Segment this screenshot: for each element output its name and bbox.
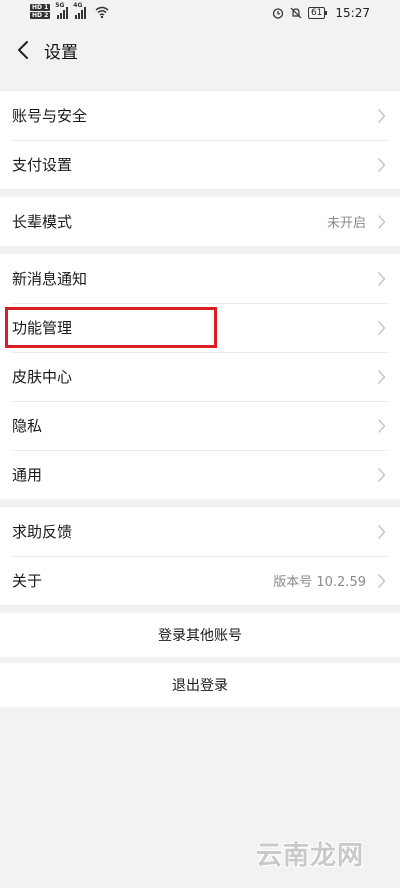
chevron-right-icon	[377, 215, 386, 229]
page-title: 设置	[44, 42, 78, 63]
chevron-right-icon	[377, 574, 386, 588]
setting-label: 隐私	[12, 417, 43, 435]
account-group: 账号与安全 支付设置	[0, 91, 400, 189]
setting-label: 支付设置	[12, 156, 73, 174]
setting-label: 账号与安全	[12, 107, 88, 125]
setting-row-help-feedback[interactable]: 求助反馈	[0, 507, 400, 556]
setting-label: 皮肤中心	[12, 368, 73, 386]
version-value: 版本号 10.2.59	[273, 575, 366, 590]
signal-icon-2: 4G	[73, 2, 87, 19]
general-group: 新消息通知 功能管理 皮肤中心 隐私 通用	[0, 254, 400, 499]
setting-row-about[interactable]: 关于 版本号 10.2.59	[0, 556, 400, 605]
chevron-right-icon	[377, 370, 386, 384]
setting-value: 未开启	[326, 216, 366, 231]
wifi-icon	[95, 6, 109, 19]
setting-row-payment[interactable]: 支付设置	[0, 140, 400, 189]
logout-group: 退出登录	[0, 663, 400, 707]
network-type-2: 4G	[73, 2, 83, 9]
chevron-right-icon	[377, 468, 386, 482]
setting-row-elder-mode[interactable]: 长辈模式 未开启	[0, 197, 400, 246]
chevron-right-icon	[377, 321, 386, 335]
switch-account-group: 登录其他账号	[0, 613, 400, 657]
setting-label: 长辈模式	[12, 213, 73, 231]
setting-label: 功能管理	[12, 319, 73, 337]
help-group: 求助反馈 关于 版本号 10.2.59	[0, 507, 400, 605]
chevron-right-icon	[377, 109, 386, 123]
chevron-left-icon[interactable]	[16, 40, 30, 60]
switch-account-button[interactable]: 登录其他账号	[0, 613, 400, 657]
status-bar: HD 1 HD 2 5G 4G 61 15:27	[0, 0, 400, 28]
sim2-badge: HD 2	[30, 12, 51, 19]
status-right: 61 15:27	[272, 6, 370, 20]
chevron-right-icon	[377, 525, 386, 539]
watermark: 云南龙网	[255, 841, 364, 871]
setting-row-skin-center[interactable]: 皮肤中心	[0, 352, 400, 401]
setting-row-feature-management[interactable]: 功能管理	[0, 303, 400, 352]
chevron-right-icon	[377, 419, 386, 433]
network-type-1: 5G	[55, 2, 65, 9]
chevron-right-icon	[377, 272, 386, 286]
logout-button[interactable]: 退出登录	[0, 663, 400, 707]
top-bar: 设置	[0, 28, 400, 72]
alarm-icon	[272, 8, 284, 19]
battery-icon: 61	[307, 7, 328, 19]
status-time: 15:27	[335, 6, 370, 20]
sim1-badge: HD 1	[30, 4, 51, 11]
status-left: HD 1 HD 2 5G 4G	[30, 2, 109, 19]
elder-group: 长辈模式 未开启	[0, 197, 400, 246]
setting-label: 新消息通知	[12, 270, 88, 288]
setting-label: 求助反馈	[12, 523, 73, 541]
setting-row-account-security[interactable]: 账号与安全	[0, 91, 400, 140]
setting-label: 通用	[12, 466, 43, 484]
setting-row-notifications[interactable]: 新消息通知	[0, 254, 400, 303]
sim-indicators: HD 1 HD 2	[30, 4, 51, 19]
setting-label: 关于	[12, 572, 43, 590]
mute-bell-icon	[290, 7, 302, 19]
switch-account-label: 登录其他账号	[158, 628, 242, 644]
logout-label: 退出登录	[172, 678, 228, 694]
chevron-right-icon	[377, 158, 386, 172]
setting-row-general[interactable]: 通用	[0, 450, 400, 499]
setting-row-privacy[interactable]: 隐私	[0, 401, 400, 450]
signal-icon-1: 5G	[55, 2, 69, 19]
